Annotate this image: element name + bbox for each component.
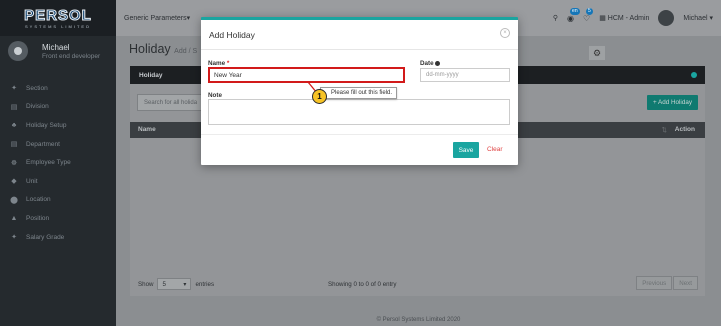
- chevron-down-icon: ▾: [709, 15, 713, 22]
- hcm-admin-link[interactable]: ▦ HCM - Admin: [599, 14, 649, 22]
- page-subtitle: Add / S: [174, 48, 198, 55]
- next-page-button[interactable]: Next: [673, 276, 698, 290]
- chevron-down-icon: ▾: [186, 15, 191, 22]
- name-label: Name *: [208, 60, 229, 67]
- user-menu[interactable]: Michael ▾: [683, 14, 713, 22]
- generic-parameters-label: Generic Parameters: [124, 15, 187, 22]
- bell-icon: ♡: [583, 13, 591, 23]
- page-title: Holiday Add / S: [129, 42, 197, 56]
- language-badge: en: [570, 7, 580, 15]
- avatar: [8, 41, 28, 61]
- sidebar-item-label: Salary Grade: [26, 233, 65, 241]
- generic-parameters-dropdown[interactable]: Generic Parameters▾: [124, 14, 190, 22]
- sidebar: PERSOL SYSTEMS LIMITED Michael Front end…: [0, 0, 116, 326]
- people-icon: ☸: [10, 159, 18, 167]
- sidebar-item-holiday-setup[interactable]: ♣ Holiday Setup: [0, 116, 116, 135]
- entries-label: entries: [195, 280, 215, 288]
- logo[interactable]: PERSOL SYSTEMS LIMITED: [0, 0, 116, 36]
- sidebar-item-label: Position: [26, 214, 50, 222]
- modal-title: Add Holiday: [209, 30, 255, 40]
- sidebar-item-department[interactable]: ▤ Department: [0, 135, 116, 154]
- sidebar-item-location[interactable]: ⬤ Location: [0, 191, 116, 210]
- column-header-name[interactable]: Name: [138, 126, 156, 133]
- sidebar-item-label: Holiday Setup: [26, 121, 67, 129]
- sidebar-item-unit[interactable]: ◆ Unit: [0, 172, 116, 191]
- logo-text: PERSOL: [24, 6, 92, 24]
- info-icon: [435, 60, 441, 66]
- annotation-marker: 1: [312, 89, 327, 104]
- graduation-cap-icon: ▲: [10, 214, 18, 222]
- sort-icon[interactable]: ⇅: [662, 126, 667, 134]
- column-header-action: Action: [674, 126, 695, 133]
- grid-icon: ▦: [599, 15, 606, 22]
- clear-button[interactable]: Clear: [487, 146, 503, 153]
- sidebar-nav: ✦ Section ▤ Division ♣ Holiday Setup ▤ D…: [0, 79, 116, 246]
- sidebar-item-label: Section: [26, 84, 48, 92]
- pin-icon: ✦: [11, 85, 17, 93]
- document-icon: ▤: [10, 103, 18, 111]
- notifications-button[interactable]: ♡ 5: [583, 7, 593, 23]
- previous-page-button[interactable]: Previous: [636, 276, 673, 290]
- divider: [201, 49, 518, 50]
- sidebar-item-employee-type[interactable]: ☸ Employee Type: [0, 153, 116, 172]
- user-menu-label: Michael: [683, 15, 708, 22]
- name-label-text: Name: [208, 60, 226, 67]
- name-field[interactable]: New Year: [208, 67, 405, 83]
- page-size-control: Show 5 ▾ entries: [138, 278, 214, 290]
- user-name: Michael: [42, 42, 70, 52]
- avatar[interactable]: [658, 10, 675, 26]
- card-status-dot-icon: [691, 72, 697, 78]
- date-label: Date: [420, 60, 441, 67]
- sidebar-item-section[interactable]: ✦ Section: [0, 79, 116, 98]
- validation-tooltip: Please fill out this field.: [320, 87, 398, 99]
- page-size-value: 5: [162, 280, 166, 288]
- map-marker-icon: ⬤: [10, 196, 18, 204]
- page-size-select[interactable]: 5 ▾: [157, 278, 192, 290]
- note-field[interactable]: [208, 99, 510, 125]
- sidebar-item-label: Unit: [26, 177, 38, 185]
- search-icon[interactable]: ⚲: [553, 14, 558, 22]
- note-label: Note: [208, 92, 222, 99]
- sidebar-item-label: Division: [26, 103, 49, 111]
- sidebar-item-label: Department: [26, 140, 60, 148]
- add-holiday-button[interactable]: + Add Holiday: [646, 95, 698, 110]
- settings-gear-icon[interactable]: ⚙: [589, 46, 605, 60]
- show-label: Show: [138, 280, 154, 288]
- sidebar-item-position[interactable]: ▲ Position: [0, 209, 116, 228]
- pagination: Previous Next: [636, 276, 698, 290]
- user-profile: Michael Front end developer: [0, 36, 116, 66]
- divider: [201, 134, 518, 135]
- tag-icon: ◆: [11, 178, 17, 186]
- save-button[interactable]: Save: [453, 142, 479, 158]
- user-role: Front end developer: [42, 52, 101, 60]
- hcm-admin-label: HCM - Admin: [607, 15, 650, 22]
- showing-info: Showing 0 to 0 of 0 entry: [328, 281, 397, 288]
- card-title: Holiday: [139, 71, 163, 79]
- required-marker: *: [226, 60, 230, 67]
- sidebar-item-salary-grade[interactable]: ✦ Salary Grade: [0, 228, 116, 247]
- chevron-down-icon: ▾: [183, 280, 187, 288]
- globe-icon: ◉: [567, 13, 575, 23]
- sidebar-item-division[interactable]: ▤ Division: [0, 98, 116, 117]
- sidebar-item-label: Location: [26, 196, 51, 204]
- person-icon: ♣: [11, 121, 17, 129]
- sidebar-item-label: Employee Type: [26, 159, 71, 167]
- language-button[interactable]: ◉ en: [567, 7, 580, 23]
- document-icon: ▤: [10, 141, 18, 149]
- page-title-text: Holiday: [129, 42, 171, 56]
- date-label-text: Date: [420, 60, 434, 67]
- pin-icon: ✦: [11, 234, 17, 242]
- page-footer: © Persol Systems Limited 2020: [376, 317, 461, 323]
- notification-count-badge: 5: [586, 7, 593, 15]
- close-icon[interactable]: ×: [500, 28, 510, 38]
- date-field[interactable]: dd-mm-yyyy: [420, 68, 510, 82]
- logo-subtext: SYSTEMS LIMITED: [24, 23, 91, 29]
